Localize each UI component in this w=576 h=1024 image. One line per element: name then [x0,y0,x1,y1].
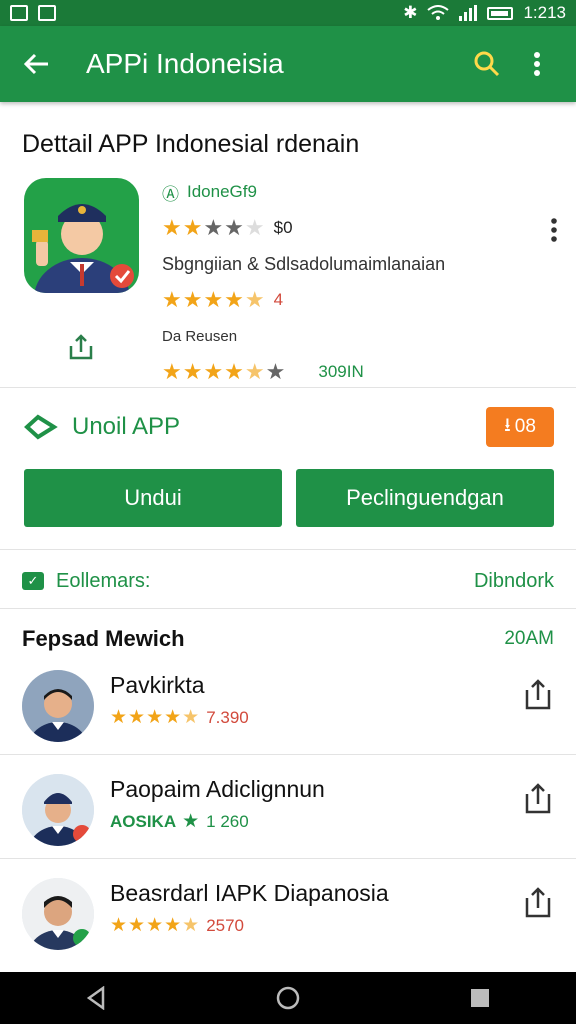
navigation-bar [0,972,576,1024]
install-icon [24,414,58,440]
more-options-icon[interactable] [550,218,558,249]
section-label: Eollemars: [56,569,151,592]
reviews-label: Da Reusen [162,327,238,345]
developer-icon: Ⓐ [162,184,179,204]
item-stars: ★★★★★ [110,915,201,936]
detail-card: Dettail APP Indonesial rdenain Ⓐ IdoneGf… [0,112,576,968]
rating-stars-2-value: 4 [273,290,284,309]
rating-score: $0 [273,218,293,237]
item-rating: ★★★★★ 2570 [110,914,244,937]
wifi-icon [427,5,450,20]
nav-recents-icon[interactable] [450,972,510,1024]
item-stars: ★★★★★ [110,707,201,728]
app-meta: Ⓐ IdoneGf9 ★★★★★ $0 Sbgngiian & Sdlsadol… [162,174,482,390]
item-value: 2570 [206,915,245,935]
rating-stars-2: ★★★★★ [162,287,266,312]
divider [0,858,576,859]
photo-icon [10,5,28,21]
download-badge[interactable]: ⭳ 08 [486,407,554,447]
download-button[interactable]: Undui [24,469,282,527]
status-bar: ✱ 1:213 [0,0,576,26]
item-badge: AOSIKA [110,811,177,831]
install-label: Unoil APP [72,413,181,440]
review-stars: ★★★★★★ [162,359,287,384]
category-text: Sbgngiian & Sdlsadolumaimlanaian [162,253,446,274]
avatar [22,878,94,950]
list-item[interactable]: Pavkirkta ★★★★★ 7.390 [0,662,576,766]
nav-home-icon[interactable] [258,972,318,1024]
app-title: APPi Indoneisia [86,48,284,79]
divider [0,549,576,550]
app-bar: APPi Indoneisia [0,26,576,102]
item-rating: AOSIKA ★ 1 260 [110,810,249,833]
install-row: Unoil APP ⭳ 08 [24,407,554,447]
share-icon[interactable] [524,886,552,920]
divider [0,387,576,388]
more-vert-icon[interactable] [512,39,562,89]
list-header: Fepsad Mewich 20AM [22,624,554,654]
list-item[interactable]: Paopaim Adiclignnun AOSIKA ★ 1 260 [0,766,576,870]
section-link[interactable]: Dibndork [474,570,554,593]
developer-name[interactable]: IdoneGf9 [187,182,257,202]
avatar [22,670,94,742]
checkbox-icon[interactable]: ✓ [22,572,44,590]
divider [0,608,576,609]
share-icon[interactable] [524,782,552,816]
share-icon[interactable] [524,678,552,712]
item-name: Pavkirkta [110,672,205,698]
page-title: Dettail APP Indonesial rdenain [22,130,360,158]
battery-icon [487,6,514,20]
app-icon[interactable] [24,178,139,293]
item-value: 1 260 [206,811,249,831]
list-title: Fepsad Mewich [22,626,185,651]
list-time: 20AM [504,628,554,649]
list-item[interactable]: Beasrdarl IAPK Diapanosia ★★★★★ 2570 [0,870,576,974]
section-header: ✓ Eollemars: Dibndork [22,564,554,598]
status-time: 1:213 [523,3,566,22]
item-name: Beasrdarl IAPK Diapanosia [110,880,389,906]
item-stars: ★ [182,811,201,832]
rating-stars: ★★★★★ [162,215,266,240]
bluetooth-icon: ✱ [403,3,418,22]
nav-back-icon[interactable] [66,972,126,1024]
signal-icon [459,5,478,21]
back-arrow-icon[interactable] [14,42,58,86]
item-rating: ★★★★★ 7.390 [110,706,249,729]
downloads-count: 309IN [318,362,364,381]
search-icon[interactable] [462,39,512,89]
avatar [22,774,94,846]
compare-button[interactable]: Peclinguendgan [296,469,554,527]
download-badge-value: 08 [514,416,536,437]
download-arrow-icon: ⭳ [504,415,511,436]
item-name: Paopaim Adiclignnun [110,776,325,802]
item-value: 7.390 [206,707,249,727]
image-icon [38,5,56,21]
divider [0,754,576,755]
share-icon[interactable] [68,334,98,367]
